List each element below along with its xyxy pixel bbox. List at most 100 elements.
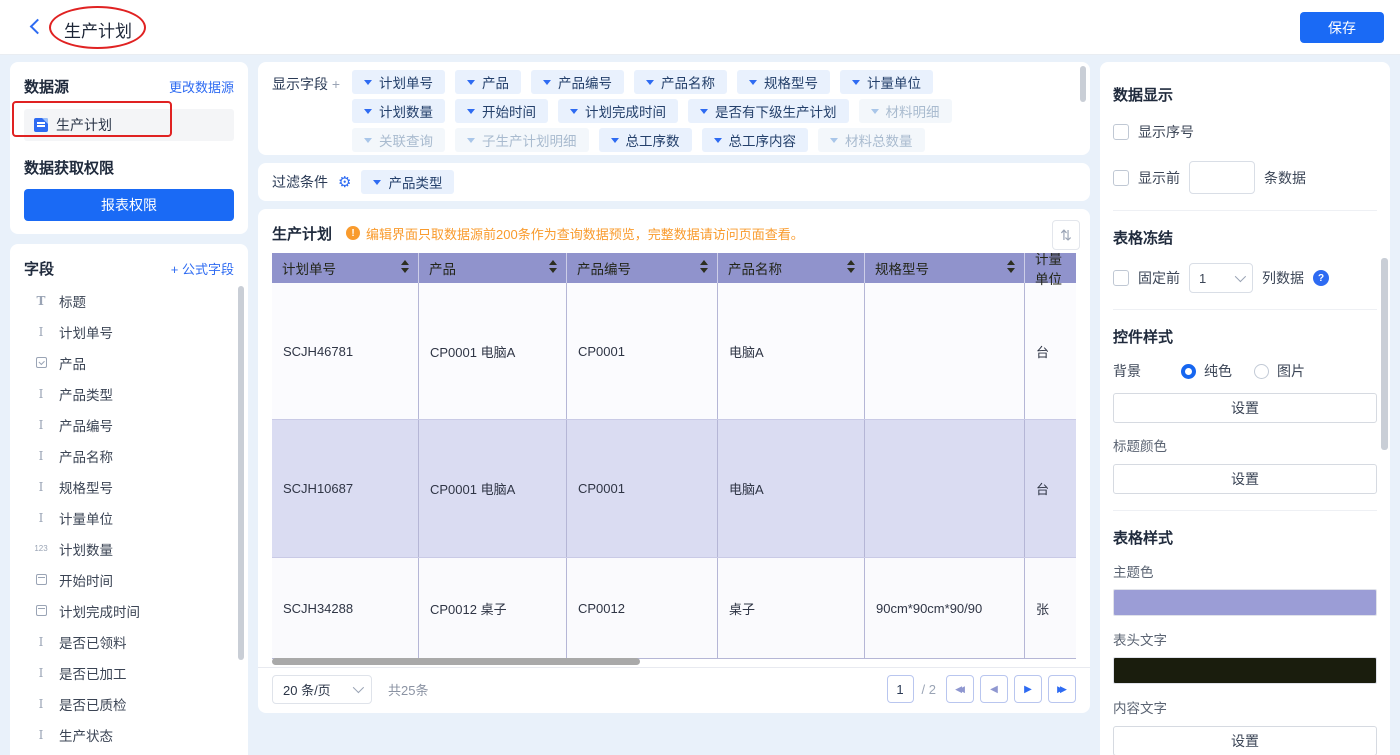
field-item[interactable]: 产品 bbox=[24, 347, 234, 378]
horizontal-scrollbar[interactable] bbox=[272, 658, 640, 665]
column-header[interactable]: 计划单号 bbox=[272, 253, 419, 283]
display-field-chip-disabled[interactable]: 关联查询 bbox=[352, 128, 445, 152]
help-icon[interactable]: ? bbox=[1313, 270, 1329, 286]
column-header[interactable]: 规格型号 bbox=[865, 253, 1025, 283]
display-field-chip-disabled[interactable]: 材料明细 bbox=[859, 99, 952, 123]
text-icon: I bbox=[32, 480, 50, 494]
sort-carets-icon[interactable] bbox=[1007, 260, 1015, 273]
display-field-chip-disabled[interactable]: 材料总数量 bbox=[818, 128, 925, 152]
fields-heading: 字段 bbox=[24, 258, 54, 279]
report-permission-button[interactable]: 报表权限 bbox=[24, 189, 234, 221]
divider bbox=[1113, 309, 1377, 310]
add-formula-field-link[interactable]: + 公式字段 bbox=[171, 259, 234, 278]
report-designer-page: 生产计划 保存 数据源 更改数据源 生产计划 数据获取权限 报表权限 字段 + … bbox=[0, 0, 1400, 755]
sort-carets-icon[interactable] bbox=[700, 260, 708, 273]
freeze-checkbox[interactable] bbox=[1113, 270, 1129, 286]
document-icon bbox=[34, 118, 48, 132]
display-field-chip[interactable]: 计划数量 bbox=[352, 99, 445, 123]
header-text-swatch[interactable] bbox=[1113, 657, 1377, 684]
display-field-chip[interactable]: 规格型号 bbox=[737, 70, 830, 94]
image-radio[interactable] bbox=[1254, 364, 1269, 379]
display-field-chip[interactable]: 计划单号 bbox=[352, 70, 445, 94]
content-text-label: 内容文字 bbox=[1113, 697, 1377, 717]
column-header[interactable]: 计量单位 bbox=[1025, 253, 1076, 283]
back-icon[interactable] bbox=[30, 19, 46, 35]
text-icon: I bbox=[32, 449, 50, 463]
add-field-icon[interactable]: + bbox=[332, 76, 340, 92]
table-row[interactable]: SCJH34288 CP0012 桌子 CP0012 桌子 90cm*90cm*… bbox=[272, 558, 1076, 659]
field-item[interactable]: 开始时间 bbox=[24, 564, 234, 595]
display-field-chip[interactable]: 总工序数 bbox=[599, 128, 692, 152]
table-row-selected[interactable]: SCJH10687 CP0001 电脑A CP0001 电脑A 台 bbox=[272, 420, 1076, 558]
header-text-label: 表头文字 bbox=[1113, 629, 1377, 649]
show-index-checkbox[interactable] bbox=[1113, 124, 1129, 140]
save-button[interactable]: 保存 bbox=[1300, 12, 1384, 43]
page-number-input[interactable]: 1 bbox=[887, 675, 914, 703]
page-size-select[interactable]: 20 条/页 bbox=[272, 675, 372, 704]
column-header[interactable]: 产品名称 bbox=[718, 253, 865, 283]
chips-scrollbar[interactable] bbox=[1080, 66, 1086, 102]
sort-icon[interactable]: ⇅ bbox=[1052, 220, 1080, 250]
date-icon bbox=[32, 605, 50, 616]
show-first-checkbox[interactable] bbox=[1113, 170, 1129, 186]
datasource-item-production-plan[interactable]: 生产计划 bbox=[24, 109, 234, 141]
solid-color-radio[interactable] bbox=[1181, 364, 1196, 379]
chevron-down-icon bbox=[570, 109, 578, 114]
field-item[interactable]: I是否已加工 bbox=[24, 657, 234, 688]
display-field-chip[interactable]: 产品名称 bbox=[634, 70, 727, 94]
pagination-bar: 20 条/页 共25条 1 / 2 ◀◀ ◀ ▶ ▶▶ bbox=[272, 674, 1076, 704]
divider bbox=[258, 667, 1090, 668]
sort-carets-icon[interactable] bbox=[401, 260, 409, 273]
chevron-down-icon bbox=[611, 138, 619, 143]
freeze-count-select[interactable]: 1 bbox=[1189, 263, 1253, 293]
date-icon bbox=[32, 574, 50, 585]
fields-scrollbar[interactable] bbox=[238, 286, 244, 660]
display-field-chip[interactable]: 开始时间 bbox=[455, 99, 548, 123]
text-icon: I bbox=[32, 635, 50, 649]
display-field-chip[interactable]: 产品编号 bbox=[531, 70, 624, 94]
gear-icon[interactable]: ⚙ bbox=[338, 173, 351, 191]
filter-chip[interactable]: 产品类型 bbox=[361, 170, 454, 194]
theme-color-swatch[interactable] bbox=[1113, 589, 1377, 616]
settings-scrollbar[interactable] bbox=[1381, 258, 1388, 450]
display-field-chip-disabled[interactable]: 子生产计划明细 bbox=[455, 128, 589, 152]
field-item[interactable]: 123计划数量 bbox=[24, 533, 234, 564]
show-first-count-input[interactable] bbox=[1189, 161, 1255, 194]
prev-page-icon[interactable]: ◀ bbox=[980, 675, 1008, 703]
column-header[interactable]: 产品编号 bbox=[567, 253, 718, 283]
field-item[interactable]: 计划完成时间 bbox=[24, 595, 234, 626]
chevron-down-icon bbox=[467, 138, 475, 143]
content-text-set-button[interactable]: 设置 bbox=[1113, 726, 1377, 755]
display-field-chip[interactable]: 计量单位 bbox=[840, 70, 933, 94]
chevron-down-icon bbox=[852, 80, 860, 85]
display-field-chip[interactable]: 是否有下级生产计划 bbox=[688, 99, 849, 123]
display-field-chip[interactable]: 产品 bbox=[455, 70, 521, 94]
field-item[interactable]: I产品编号 bbox=[24, 409, 234, 440]
top-bar: 生产计划 保存 bbox=[0, 0, 1400, 55]
display-field-chip[interactable]: 总工序内容 bbox=[702, 128, 809, 152]
table-row[interactable]: SCJH46781 CP0001 电脑A CP0001 电脑A 台 bbox=[272, 283, 1076, 420]
display-fields-panel: 显示字段 + 计划单号 产品 产品编号 产品名称 规格型号 计量单位 计划数量 … bbox=[258, 62, 1090, 155]
sort-carets-icon[interactable] bbox=[549, 260, 557, 273]
display-field-chip[interactable]: 计划完成时间 bbox=[558, 99, 678, 123]
sort-carets-icon[interactable] bbox=[847, 260, 855, 273]
field-item[interactable]: I计划单号 bbox=[24, 316, 234, 347]
text-icon: I bbox=[32, 728, 50, 742]
datasource-heading: 数据源 bbox=[24, 76, 69, 97]
preview-title: 生产计划 bbox=[272, 223, 332, 244]
background-set-button[interactable]: 设置 bbox=[1113, 393, 1377, 423]
next-page-icon[interactable]: ▶ bbox=[1014, 675, 1042, 703]
column-header[interactable]: 产品 bbox=[419, 253, 567, 283]
last-page-icon[interactable]: ▶▶ bbox=[1048, 675, 1076, 703]
field-item[interactable]: I产品类型 bbox=[24, 378, 234, 409]
field-item[interactable]: I是否已领料 bbox=[24, 626, 234, 657]
field-item[interactable]: I是否已质检 bbox=[24, 688, 234, 719]
change-datasource-link[interactable]: 更改数据源 bbox=[169, 77, 234, 96]
title-color-set-button[interactable]: 设置 bbox=[1113, 464, 1377, 494]
field-item[interactable]: I计量单位 bbox=[24, 502, 234, 533]
field-item[interactable]: I产品名称 bbox=[24, 440, 234, 471]
first-page-icon[interactable]: ◀◀ bbox=[946, 675, 974, 703]
field-item[interactable]: T标题 bbox=[24, 285, 234, 316]
field-item[interactable]: I生产状态 bbox=[24, 719, 234, 750]
field-item[interactable]: I规格型号 bbox=[24, 471, 234, 502]
